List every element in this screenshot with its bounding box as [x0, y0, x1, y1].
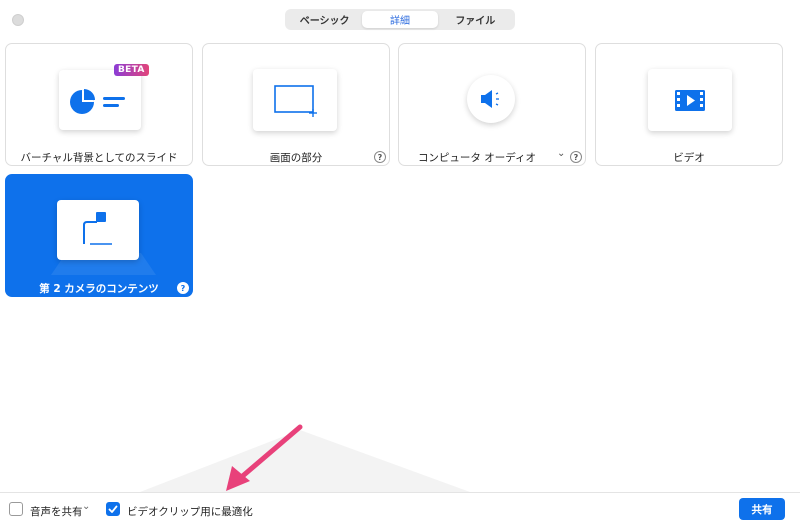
- second-camera-thumbnail: [57, 200, 139, 260]
- share-mode-tabs: ベーシック 詳細 ファイル: [285, 9, 515, 30]
- card-label: ビデオ: [673, 152, 705, 164]
- speaker-icon: [481, 90, 499, 108]
- video-thumbnail: [648, 69, 732, 131]
- card-video[interactable]: ビデオ: [595, 43, 783, 166]
- slides-thumbnail: [59, 70, 141, 130]
- card-slides-virtual-background[interactable]: BETA バーチャル背景としてのスライド: [5, 43, 193, 166]
- window-close-dot[interactable]: [12, 14, 24, 26]
- chevron-down-icon[interactable]: ⌄: [557, 148, 565, 159]
- help-icon[interactable]: ?: [374, 151, 386, 163]
- help-icon[interactable]: ?: [570, 151, 582, 163]
- share-audio-checkbox[interactable]: [9, 502, 23, 516]
- bottom-options-bar: 音声を共有 ⌄ ビデオクリップ用に最適化 共有: [0, 492, 800, 524]
- checkmark-icon: [108, 505, 118, 513]
- tab-basic[interactable]: ベーシック: [287, 11, 362, 28]
- card-screen-portion[interactable]: 画面の部分 ?: [202, 43, 390, 166]
- share-button[interactable]: 共有: [739, 498, 785, 520]
- tab-files[interactable]: ファイル: [438, 11, 513, 28]
- card-label: バーチャル背景としてのスライド: [20, 152, 178, 164]
- tab-advanced[interactable]: 詳細: [362, 11, 438, 28]
- pie-chart-slide-icon: [70, 89, 125, 114]
- screen-portion-icon: [274, 85, 317, 117]
- share-audio-label[interactable]: 音声を共有: [30, 504, 83, 519]
- optimize-video-checkbox[interactable]: [106, 502, 120, 516]
- film-icon: [675, 90, 705, 111]
- chevron-down-icon[interactable]: ⌄: [82, 501, 90, 512]
- card-label: 画面の部分: [269, 152, 323, 164]
- optimize-video-label[interactable]: ビデオクリップ用に最適化: [127, 504, 253, 519]
- screen-portion-thumbnail: [253, 69, 337, 131]
- document-camera-icon: [83, 212, 112, 245]
- help-icon[interactable]: ?: [177, 282, 189, 294]
- card-label: コンピュータ オーディオ: [417, 152, 537, 164]
- card-computer-audio[interactable]: コンピュータ オーディオ ⌄ ?: [398, 43, 586, 166]
- card-second-camera-content[interactable]: 第 2 カメラのコンテンツ ?: [5, 174, 193, 297]
- beta-badge: BETA: [114, 64, 149, 76]
- audio-thumbnail: [467, 75, 515, 123]
- card-label: 第 2 カメラのコンテンツ: [39, 283, 159, 295]
